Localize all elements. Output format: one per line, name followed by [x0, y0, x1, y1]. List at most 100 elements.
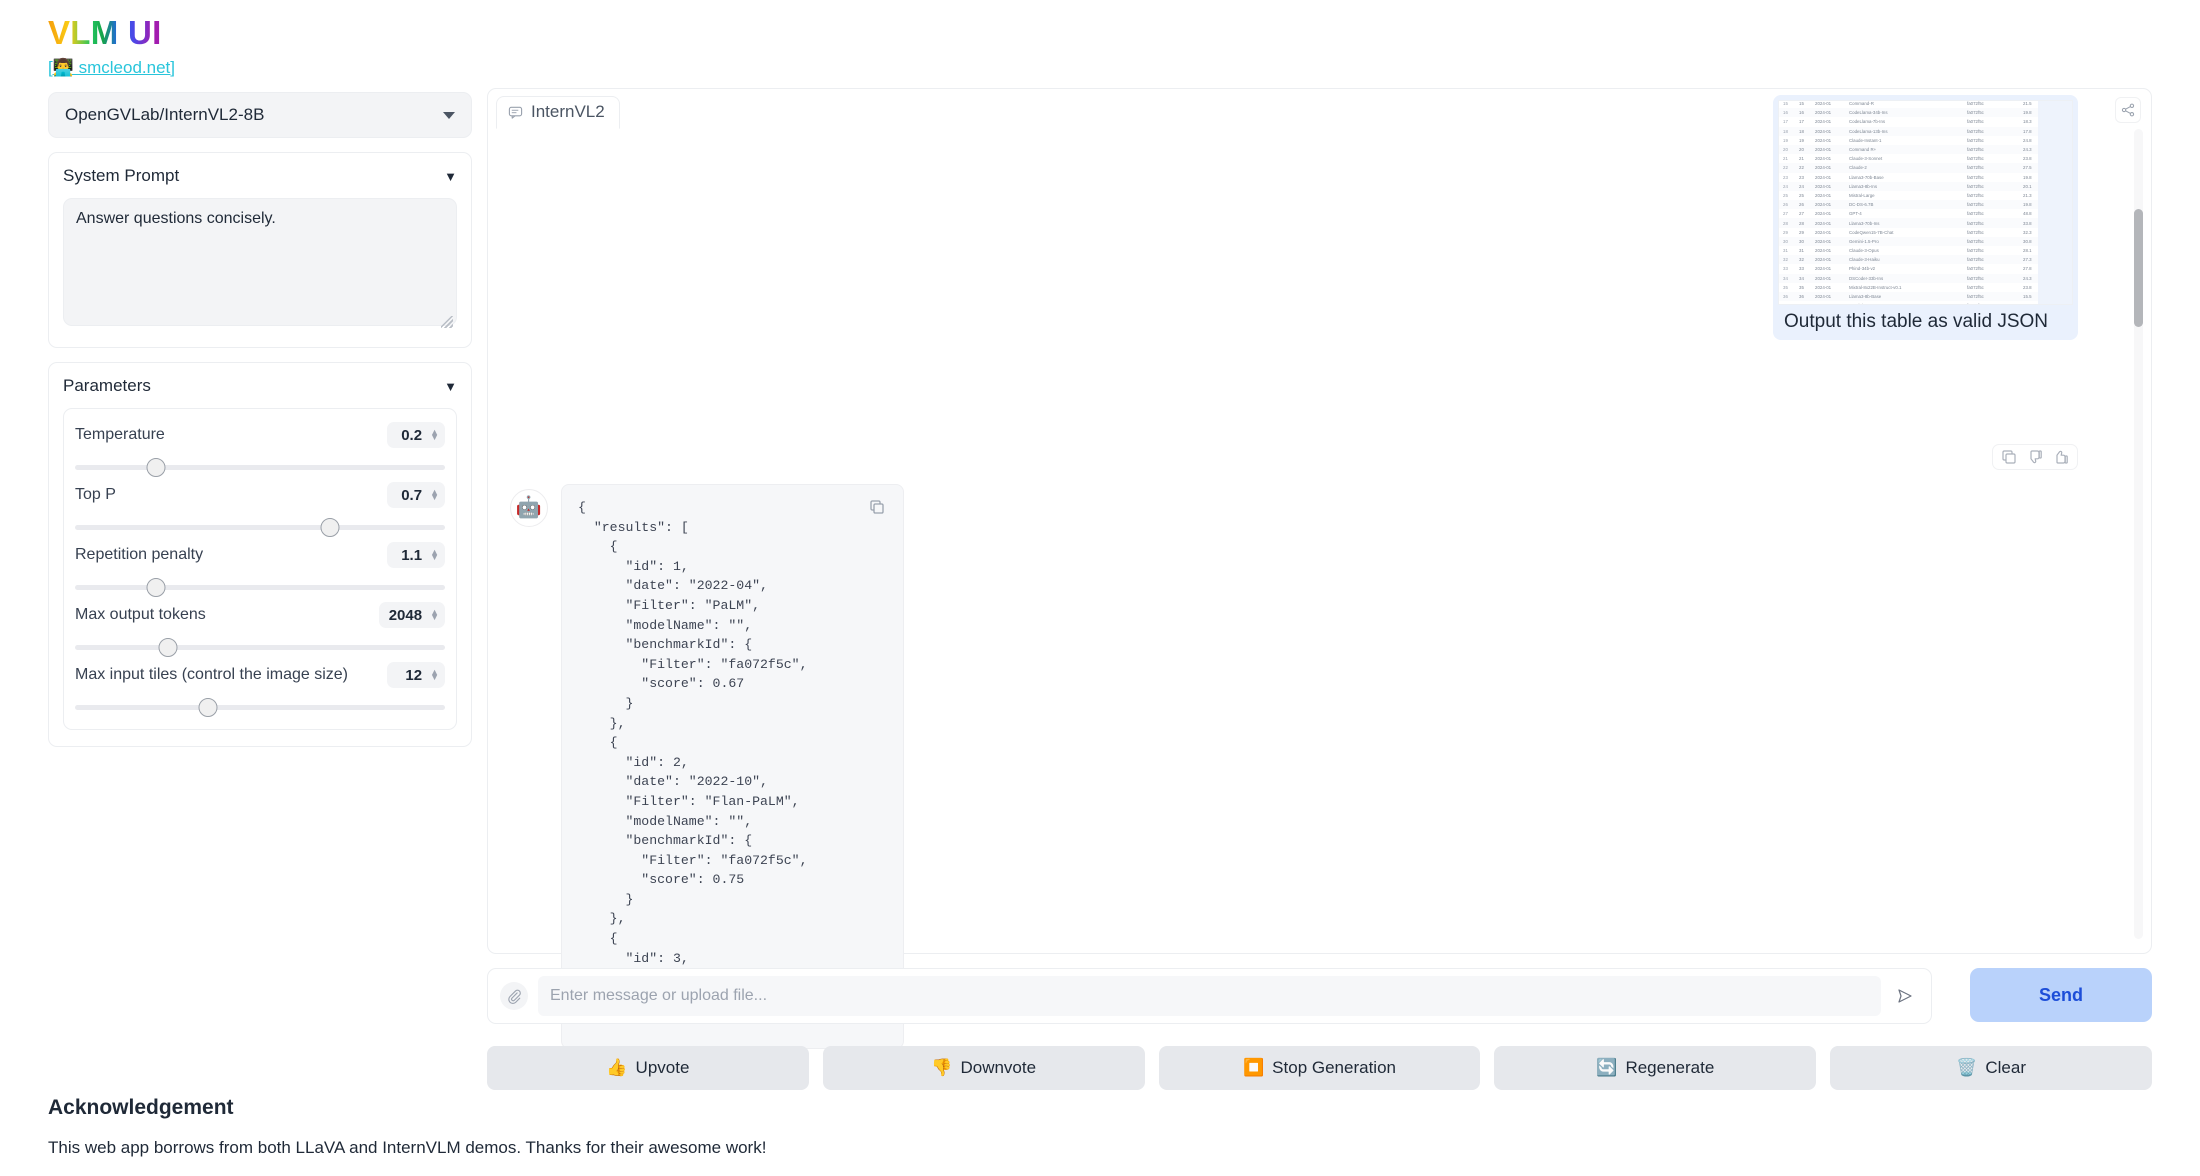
resize-handle-icon[interactable] [441, 316, 453, 328]
table-row: 32322024-01Claude-3-Haikufa072f5c27.3 [1779, 255, 2072, 264]
table-row: 25252024-01Mistral-Largefa072f5c21.3 [1779, 191, 2072, 200]
row-benchmark: fa072f5c [1967, 129, 2023, 134]
table-row: 24242024-01Llama3-8b-Insfa072f5c20.1 [1779, 182, 2072, 191]
parameter-value-box[interactable]: 1.1▲▼ [387, 542, 445, 568]
row-model: Claude-3-Sonnet [1849, 156, 1967, 161]
paperclip-icon[interactable] [500, 982, 528, 1010]
parameter-value-box[interactable]: 0.7▲▼ [387, 482, 445, 508]
slider-knob[interactable] [199, 698, 218, 717]
parameter-slider[interactable] [75, 636, 445, 658]
row-benchmark: fa072f5c [1967, 175, 2023, 180]
table-row: 33332024-01Phind-34b-v2fa072f5c27.8 [1779, 264, 2072, 273]
slider-knob[interactable] [321, 518, 340, 537]
row-date: 2024-01 [1815, 239, 1849, 244]
parameter-slider[interactable] [75, 516, 445, 538]
row-date: 2024-01 [1815, 147, 1849, 152]
chevron-down-icon[interactable]: ▼ [444, 169, 457, 184]
downvote-button[interactable]: 👎Downvote [823, 1046, 1145, 1090]
parameter-label: Repetition penalty [75, 546, 203, 564]
acknowledgement-text: This web app borrows from both LLaVA and… [48, 1138, 766, 1158]
tab-label: InternVL2 [531, 102, 605, 122]
row-benchmark: fa072f5c [1967, 184, 2023, 189]
row-date: 2024-01 [1815, 175, 1849, 180]
message-input[interactable] [538, 976, 1881, 1016]
system-prompt-card: System Prompt ▼ [48, 152, 472, 348]
site-link[interactable]: [👨‍💻 smcleod.net] [48, 58, 175, 78]
stepper-icon[interactable]: ▲▼ [430, 550, 439, 560]
row-date: 2024-01 [1815, 257, 1849, 262]
row-benchmark: fa072f5c [1967, 211, 2023, 216]
thumbs-down-icon[interactable] [2027, 449, 2043, 465]
parameter-value-box[interactable]: 12 ▲▼ [387, 662, 445, 688]
send-arrow-icon[interactable] [1891, 982, 1919, 1010]
action-icon: 🗑️ [1956, 1058, 1977, 1078]
chevron-down-icon[interactable]: ▼ [444, 379, 457, 394]
parameter-value: 12 [405, 667, 422, 684]
row-benchmark: fa072f5c [1967, 276, 2023, 281]
upvote-button[interactable]: 👍Upvote [487, 1046, 809, 1090]
row-number: 19 [1799, 138, 1815, 143]
parameter-value-box[interactable]: 0.2 ▲▼ [387, 422, 445, 448]
slider-knob[interactable] [158, 638, 177, 657]
tab-internvl2[interactable]: InternVL2 [496, 96, 620, 129]
speech-bubble-icon [508, 105, 523, 120]
chat-scrollbar-thumb[interactable] [2134, 209, 2143, 327]
row-date: 2024-01 [1815, 276, 1849, 281]
parameter-value: 0.2 [401, 427, 422, 444]
row-date: 2024-01 [1815, 156, 1849, 161]
row-index: 16 [1783, 110, 1799, 115]
parameter-slider[interactable] [75, 576, 445, 598]
stepper-icon[interactable]: ▲▼ [430, 430, 439, 440]
stepper-icon[interactable]: ▲▼ [430, 610, 439, 620]
row-model: DC-DS-6.7B [1849, 202, 1967, 207]
row-number: 22 [1799, 165, 1815, 170]
row-number: 26 [1799, 202, 1815, 207]
row-model: Mixtral-8x22B-Instruct-v0.1 [1849, 285, 1967, 290]
slider-knob[interactable] [147, 578, 166, 597]
row-index: 36 [1783, 294, 1799, 299]
regenerate-button[interactable]: 🔄Regenerate [1494, 1046, 1816, 1090]
paperclip-glyph [507, 989, 522, 1004]
copy-icon[interactable] [2001, 449, 2017, 465]
row-benchmark: fa072f5c [1967, 257, 2023, 262]
parameter-value-box[interactable]: 2048▲▼ [379, 602, 445, 628]
row-number: 31 [1799, 248, 1815, 253]
clear-button[interactable]: 🗑️Clear [1830, 1046, 2152, 1090]
row-benchmark: fa072f5c [1967, 110, 2023, 115]
model-select[interactable]: OpenGVLab/InternVL2-8B [48, 92, 472, 138]
system-prompt-header[interactable]: System Prompt ▼ [63, 166, 457, 186]
row-date: 2024-01 [1815, 202, 1849, 207]
row-number: 27 [1799, 211, 1815, 216]
row-index: 31 [1783, 248, 1799, 253]
row-model: Llama3-8b-Base [1849, 294, 1967, 299]
sidebar: OpenGVLab/InternVL2-8B System Prompt ▼ P… [48, 92, 472, 747]
row-model: Llama3-70b-Ins [1849, 221, 1967, 226]
row-model: Gemini-1.5-Pro [1849, 303, 1967, 305]
message-input-row: Send [487, 968, 2152, 1024]
thumbs-up-icon[interactable] [2053, 449, 2069, 465]
image-side-panel [2038, 101, 2072, 304]
system-prompt-title: System Prompt [63, 166, 179, 186]
system-prompt-input[interactable] [63, 198, 457, 326]
chat-scrollbar[interactable] [2134, 129, 2143, 939]
row-model: GPT-4 [1849, 211, 1967, 216]
row-benchmark: fa072f5c [1967, 101, 2023, 106]
stepper-icon[interactable]: ▲▼ [430, 490, 439, 500]
send-button[interactable]: Send [1970, 968, 2152, 1022]
slider-knob[interactable] [147, 458, 166, 477]
row-benchmark: fa072f5c [1967, 230, 2023, 235]
stop-generation-button[interactable]: ⏹️Stop Generation [1159, 1046, 1481, 1090]
row-model: Claude-3-Opus [1849, 248, 1967, 253]
row-index: 28 [1783, 221, 1799, 226]
table-row: 36362024-01Llama3-8b-Basefa072f5c15.5 [1779, 292, 2072, 301]
table-row: 20202024-01Command R+fa072f5c24.3 [1779, 145, 2072, 154]
row-benchmark: fa072f5c [1967, 165, 2023, 170]
attached-table-image[interactable]: 15152024-01Command-Rfa072f5c21.516162024… [1778, 100, 2073, 305]
row-index: 35 [1783, 285, 1799, 290]
parameter-slider[interactable] [75, 696, 445, 718]
parameter-slider[interactable] [75, 456, 445, 478]
stepper-icon[interactable]: ▲▼ [430, 670, 439, 680]
parameters-header[interactable]: Parameters ▼ [63, 376, 457, 396]
copy-icon[interactable] [869, 499, 885, 515]
share-button[interactable] [2115, 97, 2141, 123]
